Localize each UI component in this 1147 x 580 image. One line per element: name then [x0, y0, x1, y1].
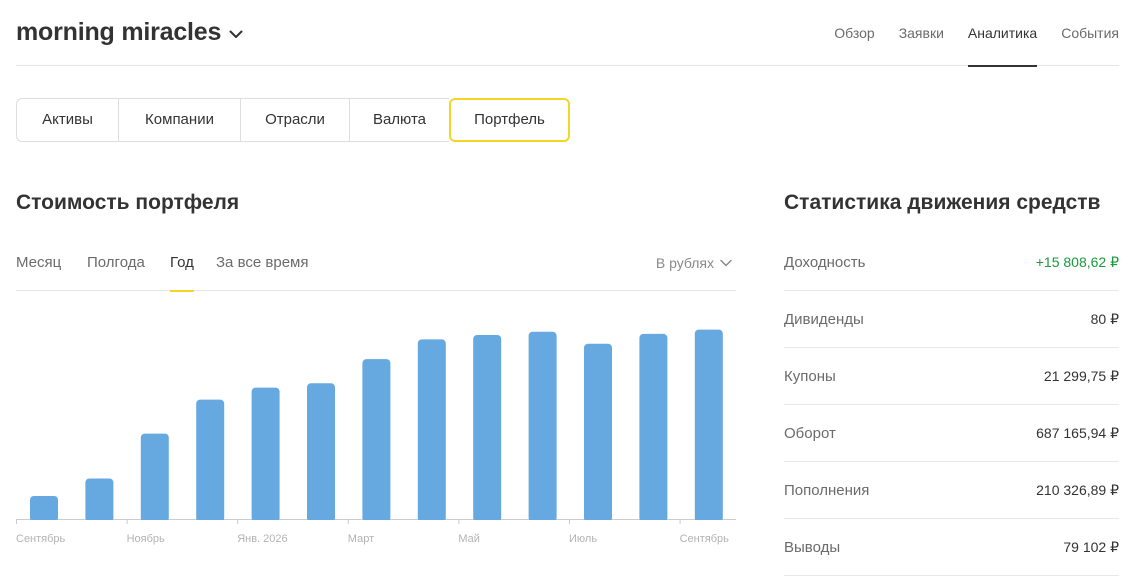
chart-bar[interactable]: [362, 359, 391, 522]
stat-value: 21 299,75 ₽: [1043, 367, 1119, 384]
period-half-year[interactable]: Полгода: [87, 244, 145, 291]
stat-row-dividends: Дивиденды 80 ₽: [784, 291, 1119, 348]
stat-label: Доходность: [784, 253, 866, 271]
nav-tab-events[interactable]: События: [1061, 0, 1119, 66]
stat-value: 79 102 ₽: [1063, 538, 1119, 555]
stat-value: 687 165,94 ₽: [1036, 424, 1119, 441]
nav-tab-overview[interactable]: Обзор: [834, 0, 874, 66]
segment-currency[interactable]: Валюта: [349, 98, 449, 142]
stat-label: Выводы: [784, 538, 841, 556]
stat-value: 80 ₽: [1090, 310, 1119, 327]
stat-label: Пополнения: [784, 481, 870, 499]
chevron-down-icon: [720, 259, 732, 267]
stat-row-withdrawals: Выводы 79 102 ₽: [784, 519, 1119, 576]
segment-companies[interactable]: Компании: [118, 98, 240, 142]
x-tick-label: Сентябрь: [680, 533, 730, 545]
top-nav: Обзор Заявки Аналитика События: [810, 0, 1119, 67]
stat-row-deposits: Пополнения 210 326,89 ₽: [784, 462, 1119, 519]
chart-bar[interactable]: [584, 343, 612, 522]
stat-label: Оборот: [784, 424, 836, 442]
stat-value: 210 326,89 ₽: [1036, 481, 1119, 498]
chart-bar[interactable]: [30, 496, 58, 522]
stat-row-turnover: Оборот 687 165,94 ₽: [784, 405, 1119, 462]
stat-label: Дивиденды: [784, 310, 864, 328]
nav-tab-analytics[interactable]: Аналитика: [967, 0, 1038, 67]
nav-tab-orders[interactable]: Заявки: [899, 0, 944, 66]
segment-portfolio[interactable]: Портфель: [449, 98, 570, 142]
segment-assets[interactable]: Активы: [16, 98, 118, 142]
account-name: morning miracles: [16, 18, 222, 46]
x-tick-label: Июль: [569, 533, 597, 545]
stat-label: Купоны: [784, 367, 836, 385]
chart-bar[interactable]: [307, 383, 335, 522]
chart-bar[interactable]: [85, 478, 114, 523]
currency-select-value: В рублях: [655, 255, 714, 271]
x-tick-label: Май: [458, 533, 480, 545]
x-tick-label: Янв. 2026: [237, 533, 287, 545]
portfolio-value-chart: Сентябрь Ноябрь Янв. 2026 Март Май Июль Сентяб…: [0, 329, 740, 545]
segment-industries[interactable]: Отрасли: [240, 98, 349, 142]
analytics-segments: Активы Компании Отрасли Валюта Портфель: [16, 98, 570, 142]
portfolio-value-title: Стоимость портфеля: [16, 191, 240, 214]
chart-bar[interactable]: [140, 433, 169, 522]
currency-select[interactable]: В рублях: [656, 244, 732, 282]
stat-value: +15 808,62 ₽: [1035, 253, 1119, 270]
chart-bar[interactable]: [694, 329, 723, 522]
chart-bar[interactable]: [417, 339, 446, 522]
cashflow-stats: Доходность +15 808,62 ₽ Дивиденды 80 ₽ К…: [784, 234, 1119, 576]
period-month[interactable]: Месяц: [16, 244, 61, 291]
period-tabs: Месяц Полгода Год За все время В рублях: [16, 244, 736, 292]
chevron-down-icon: [229, 30, 243, 38]
x-tick-label: Ноябрь: [127, 533, 165, 545]
account-switcher[interactable]: morning miracles: [16, 18, 243, 47]
chart-bar[interactable]: [196, 399, 225, 522]
cashflow-stats-title: Статистика движения средств: [784, 191, 1101, 214]
chart-baseline-mask: [0, 520, 740, 526]
period-all-time[interactable]: За все время: [216, 244, 308, 291]
stat-row-coupons: Купоны 21 299,75 ₽: [784, 348, 1119, 405]
header: morning miracles Обзор Заявки Аналитика …: [16, 0, 1119, 67]
chart-bar[interactable]: [251, 387, 280, 522]
chart-bar[interactable]: [639, 333, 668, 522]
period-year[interactable]: Год: [170, 244, 194, 292]
x-tick-label: Март: [348, 533, 374, 545]
x-tick-label: Сентябрь: [16, 533, 66, 545]
chart-bar[interactable]: [473, 335, 502, 522]
stat-row-yield: Доходность +15 808,62 ₽: [784, 234, 1119, 291]
chart-bar[interactable]: [528, 331, 557, 522]
